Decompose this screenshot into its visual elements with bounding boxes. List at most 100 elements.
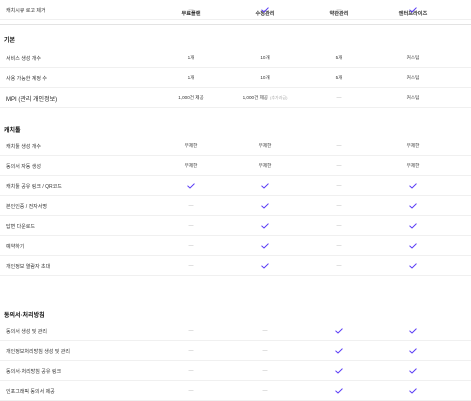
- dash-icon: —: [188, 388, 194, 394]
- dash-icon: —: [188, 223, 194, 229]
- feature-cell: [230, 176, 300, 196]
- table-row: 개인정보처리방침 생성 및 관리 — —: [0, 341, 471, 361]
- check-icon: [261, 203, 269, 209]
- dash-icon: —: [336, 203, 342, 209]
- feature-cell: —: [156, 216, 226, 236]
- dash-icon: —: [188, 263, 194, 269]
- section-title: 캐치툴: [4, 128, 21, 134]
- feature-cell: —: [304, 0, 374, 20]
- table-row: 동의서 자동 생성 무제한 무제한 — 무제한: [0, 156, 471, 176]
- feature-label: 사용 가능한 계정 수: [6, 76, 47, 82]
- table-row: 개인정보 열람자 초대 — —: [0, 256, 471, 276]
- check-icon: [261, 7, 269, 13]
- feature-cell: [230, 196, 300, 216]
- header-divider: [0, 24, 471, 25]
- section-title: 동의서·처리방침: [4, 313, 45, 319]
- feature-cell: [378, 256, 448, 276]
- feature-label: 캐치시큐 로고 제거: [6, 8, 46, 14]
- feature-cell: —: [304, 88, 374, 108]
- feature-cell: [230, 0, 300, 20]
- table-row: 캐치시큐 로고 제거 — —: [0, 0, 471, 20]
- feature-cell: 무제한: [156, 136, 226, 156]
- feature-label: 답변 다운로드: [6, 224, 35, 230]
- cell-value: 5개: [335, 55, 343, 60]
- feature-cell: —: [230, 361, 300, 381]
- feature-cell: [378, 0, 448, 20]
- feature-cell: —: [156, 236, 226, 256]
- feature-cell: 무제한: [230, 136, 300, 156]
- feature-label: 동의서 생성 및 관리: [6, 329, 47, 335]
- feature-cell: 커스텀: [378, 48, 448, 68]
- feature-cell: 무제한: [378, 136, 448, 156]
- feature-cell: —: [304, 236, 374, 256]
- feature-cell: [304, 361, 374, 381]
- feature-cell: 무제한: [378, 156, 448, 176]
- check-icon: [187, 183, 195, 189]
- dash-icon: —: [188, 7, 194, 13]
- feature-label: 본인인증 / 전자서명: [6, 204, 47, 210]
- check-icon: [335, 328, 343, 334]
- dash-icon: —: [336, 223, 342, 229]
- table-row: 답변 다운로드 — —: [0, 216, 471, 236]
- feature-cell: —: [304, 256, 374, 276]
- feature-cell: —: [156, 361, 226, 381]
- feature-cell: [378, 381, 448, 401]
- feature-cell: [230, 256, 300, 276]
- feature-cell: 5개: [304, 48, 374, 68]
- feature-cell: 1,000건 제공: [156, 88, 226, 108]
- check-icon: [409, 183, 417, 189]
- dash-icon: —: [336, 95, 342, 101]
- feature-label: 동의서 자동 생성: [6, 164, 41, 170]
- feature-cell: —: [304, 136, 374, 156]
- cell-note: (추가과금): [270, 95, 288, 100]
- check-icon: [409, 388, 417, 394]
- dash-icon: —: [188, 328, 194, 334]
- feature-cell: —: [156, 341, 226, 361]
- cell-value: 1,000건 제공: [242, 95, 269, 100]
- feature-cell: [378, 196, 448, 216]
- check-icon: [409, 328, 417, 334]
- feature-cell: [230, 216, 300, 236]
- row-divider: [0, 107, 471, 108]
- row-divider: [0, 275, 471, 276]
- feature-cell: [304, 321, 374, 341]
- dash-icon: —: [336, 243, 342, 249]
- table-row: 서비스 생성 개수 1개 10개 5개 커스텀: [0, 48, 471, 68]
- check-icon: [409, 348, 417, 354]
- feature-label: 캐치툴 공유 링크 / QR코드: [6, 184, 62, 190]
- section-title: 기본: [4, 38, 16, 44]
- check-icon: [409, 7, 417, 13]
- dash-icon: —: [336, 163, 342, 169]
- feature-cell: 1개: [156, 68, 226, 88]
- feature-cell: 커스텀: [378, 68, 448, 88]
- feature-cell: —: [230, 341, 300, 361]
- table-row: 인포그래픽 동의서 제공 — —: [0, 381, 471, 401]
- feature-cell: —: [156, 0, 226, 20]
- dash-icon: —: [262, 348, 268, 354]
- feature-cell: 5개: [304, 68, 374, 88]
- dash-icon: —: [188, 203, 194, 209]
- table-row: 동의서 생성 및 관리 — —: [0, 321, 471, 341]
- feature-label: 캐치툴 생성 개수: [6, 144, 41, 150]
- feature-cell: [156, 176, 226, 196]
- cell-value: 무제한: [258, 143, 272, 148]
- feature-label: 인포그래픽 동의서 제공: [6, 389, 55, 395]
- feature-cell: 1개: [156, 48, 226, 68]
- cell-value: 커스텀: [406, 55, 420, 60]
- feature-cell: 1,000건 제공 (추가과금): [230, 88, 300, 108]
- row-divider: [0, 19, 471, 20]
- table-row: 캐치툴 공유 링크 / QR코드 —: [0, 176, 471, 196]
- dash-icon: —: [262, 328, 268, 334]
- check-icon: [261, 223, 269, 229]
- feature-cell: 10개: [230, 48, 300, 68]
- table-row: 캐치툴 생성 개수 무제한 무제한 — 무제한: [0, 136, 471, 156]
- table-row: MPI (관리 개인정보) 1,000건 제공 1,000건 제공 (추가과금) — 커스…: [0, 88, 471, 108]
- check-icon: [335, 388, 343, 394]
- check-icon: [335, 348, 343, 354]
- feature-label: MPI (관리 개인정보): [6, 97, 58, 103]
- feature-cell: 무제한: [156, 156, 226, 176]
- feature-label: 개인정보처리방침 생성 및 관리: [6, 349, 70, 355]
- check-icon: [261, 263, 269, 269]
- table-row: 본인인증 / 전자서명 — —: [0, 196, 471, 216]
- cell-value: 무제한: [406, 163, 420, 168]
